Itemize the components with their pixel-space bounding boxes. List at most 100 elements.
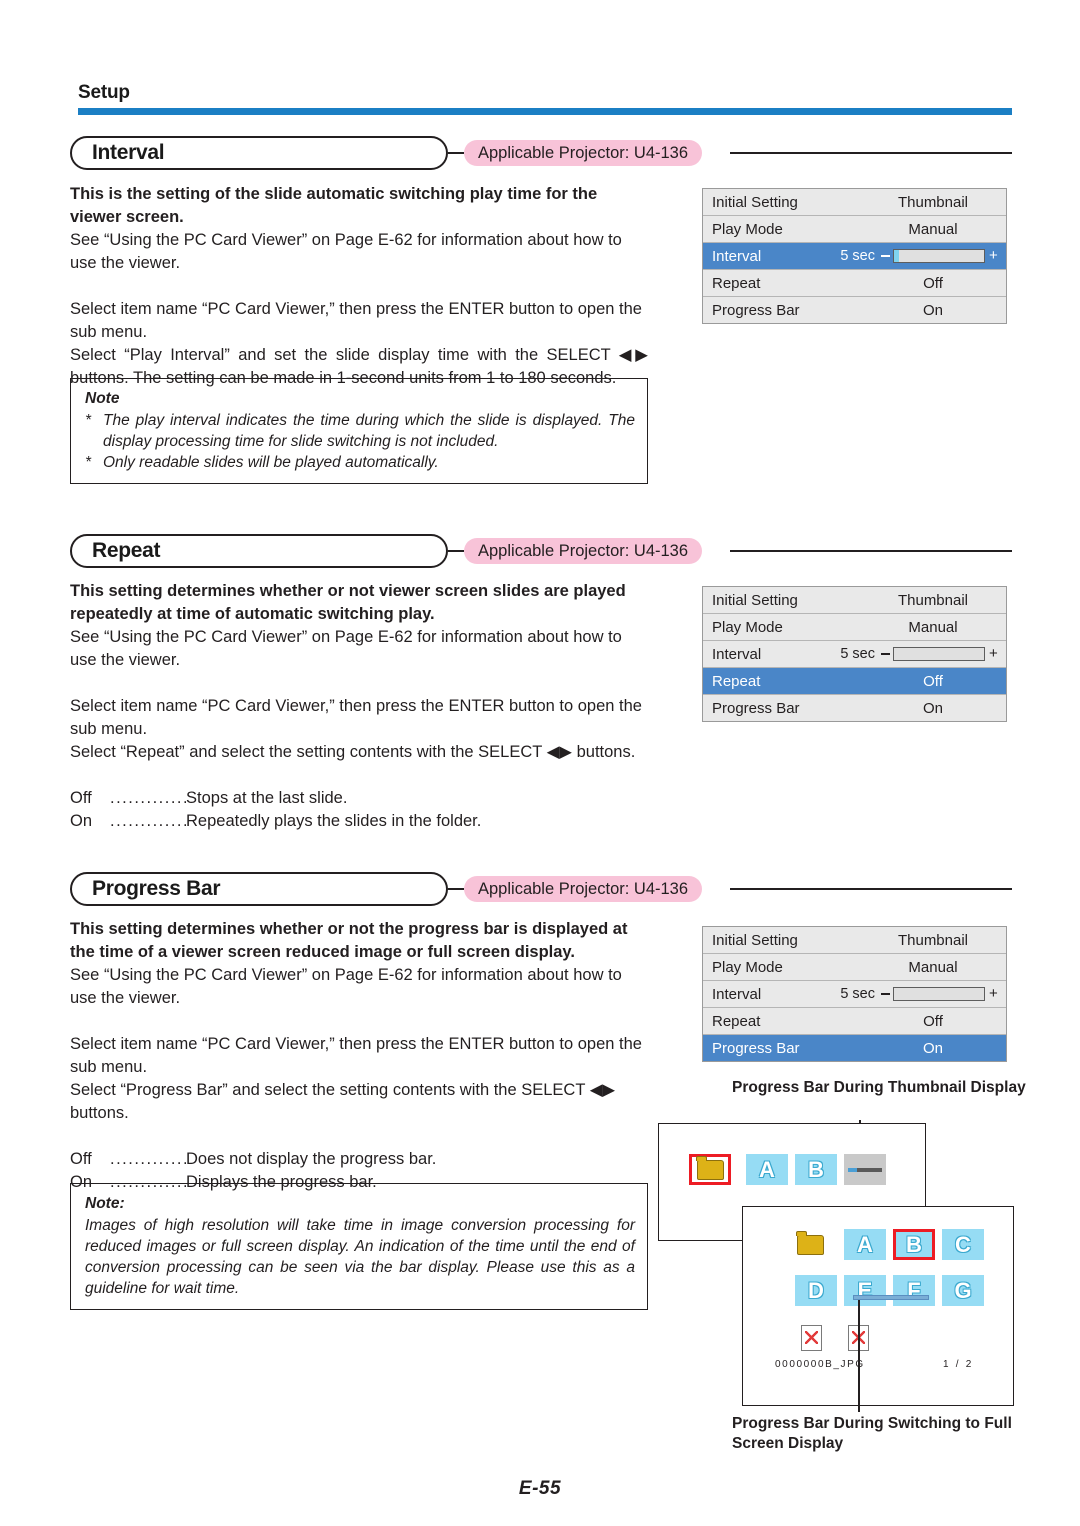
note-item-text: The play interval indicates the time dur… [103, 412, 635, 450]
interval-intro-bold: This is the setting of the slide automat… [70, 185, 598, 226]
repeat-para-3: Select “Repeat” and select the setting c… [70, 743, 636, 761]
thumbnail-tile-b[interactable]: B [795, 1154, 837, 1185]
progress-bar-indicator [848, 1168, 882, 1172]
definition-key: Off [70, 789, 92, 807]
page-header-label: Setup [78, 82, 130, 103]
osd-row-interval[interactable]: Interval 5 sec + [703, 243, 1006, 270]
section-connector [448, 152, 464, 154]
osd-row-play-mode[interactable]: Play Mode Manual [703, 954, 1006, 981]
decrease-icon[interactable] [881, 255, 890, 257]
interval-slider-track[interactable] [893, 647, 985, 661]
thumbnail-tile-b-selected[interactable]: B [893, 1229, 935, 1260]
note-title-interval: Note [85, 390, 120, 407]
osd-row-label: Interval [712, 247, 762, 265]
section-header-interval: Interval Applicable Projector: U4-136 [70, 136, 1012, 170]
definition-key: Off [70, 1150, 92, 1168]
osd-row-value: Thumbnail [897, 591, 969, 609]
applicable-projector-badge-progress-bar: Applicable Projector: U4-136 [464, 876, 703, 902]
osd-row-progress-bar[interactable]: Progress Bar On [703, 297, 1006, 323]
progress-bar-diagram: Progress Bar During Thumbnail Display A … [650, 1078, 1026, 1452]
note-bullet-asterisk: * [85, 454, 92, 471]
osd-row-play-mode[interactable]: Play Mode Manual [703, 614, 1006, 641]
progressbar-intro-bold: This setting determines whether or not t… [70, 920, 628, 961]
increase-icon[interactable]: + [989, 248, 998, 263]
file-icon[interactable] [801, 1325, 822, 1351]
osd-row-label: Initial Setting [712, 591, 798, 609]
section-tail-line [730, 888, 1012, 890]
definition-dots: .............. [110, 789, 186, 807]
progressbar-intro-body: See “Using the PC Card Viewer” on Page E… [70, 966, 622, 1007]
osd-row-value: Off [923, 672, 943, 690]
section-tail-line [730, 152, 1012, 154]
thumbnail-tile-f[interactable]: F [893, 1275, 935, 1306]
section-body-interval: This is the setting of the slide automat… [70, 183, 648, 390]
decrease-icon[interactable] [881, 653, 890, 655]
interval-slider-track[interactable] [893, 987, 985, 1001]
osd-row-value: Manual [908, 958, 958, 976]
osd-row-interval[interactable]: Interval 5 sec + [703, 981, 1006, 1008]
osd-row-label: Repeat [712, 274, 761, 292]
diagram-caption-bottom: Progress Bar During Switching to Full Sc… [732, 1415, 1012, 1452]
thumbnail-tile-loading[interactable] [844, 1154, 886, 1185]
applicable-projector-badge-interval: Applicable Projector: U4-136 [464, 140, 703, 166]
diagram-caption-top: Progress Bar During Thumbnail Display [732, 1079, 1026, 1096]
interval-intro-body: See “Using the PC Card Viewer” on Page E… [70, 231, 622, 272]
osd-row-label: Repeat [712, 672, 761, 690]
increase-icon[interactable]: + [989, 986, 998, 1001]
decrease-icon[interactable] [881, 993, 890, 995]
osd-row-initial-setting[interactable]: Initial Setting Thumbnail [703, 927, 1006, 954]
section-header-progress-bar: Progress Bar Applicable Projector: U4-13… [70, 872, 1012, 906]
thumbnail-tile-e[interactable]: E [844, 1275, 886, 1306]
osd-row-value: On [922, 699, 943, 717]
applicable-projector-badge-repeat: Applicable Projector: U4-136 [464, 538, 703, 564]
thumbnail-tile-a[interactable]: A [746, 1154, 788, 1185]
repeat-definition-list: Off .............. Stops at the last sli… [70, 787, 648, 833]
repeat-intro-bold: This setting determines whether or not v… [70, 582, 626, 623]
osd-interval-value: 5 sec [840, 986, 875, 1002]
folder-icon-selected[interactable] [689, 1154, 731, 1185]
osd-row-repeat[interactable]: Repeat Off [703, 270, 1006, 297]
leader-line-bottom [858, 1300, 860, 1412]
osd-row-progress-bar[interactable]: Progress Bar On [703, 695, 1006, 721]
folder-icon[interactable] [789, 1229, 831, 1260]
fullscreen-screen-panel: A B C D E F G 0000000B_JPG 1 / 2 [742, 1206, 1014, 1406]
page-indicator: 1 / 2 [943, 1359, 974, 1370]
osd-row-repeat[interactable]: Repeat Off [703, 668, 1006, 695]
osd-row-play-mode[interactable]: Play Mode Manual [703, 216, 1006, 243]
osd-row-initial-setting[interactable]: Initial Setting Thumbnail [703, 189, 1006, 216]
osd-row-label: Progress Bar [712, 301, 800, 319]
definition-dots: ............... [110, 812, 186, 830]
osd-row-value: Off [923, 1012, 943, 1030]
thumbnail-tile-c[interactable]: C [942, 1229, 984, 1260]
osd-row-label: Play Mode [712, 958, 783, 976]
osd-row-value: Thumbnail [897, 931, 969, 949]
manual-page: Setup Interval Applicable Projector: U4-… [0, 0, 1080, 1526]
osd-menu-repeat[interactable]: Initial Setting Thumbnail Play Mode Manual I… [702, 586, 1007, 722]
osd-row-repeat[interactable]: Repeat Off [703, 1008, 1006, 1035]
osd-menu-interval[interactable]: Initial Setting Thumbnail Play Mode Manual I… [702, 188, 1007, 324]
increase-icon[interactable]: + [989, 646, 998, 661]
progressbar-para-3: Select “Progress Bar” and select the set… [70, 1081, 616, 1122]
osd-row-label: Progress Bar [712, 1039, 800, 1057]
definition-value: Stops at the last slide. [186, 789, 348, 807]
osd-row-label: Initial Setting [712, 193, 798, 211]
osd-row-value: Thumbnail [897, 193, 969, 211]
thumbnail-tile-d[interactable]: D [795, 1275, 837, 1306]
progress-bar-overlay [853, 1295, 929, 1300]
section-body-repeat: This setting determines whether or not v… [70, 580, 648, 833]
progress-bar-fill [848, 1168, 857, 1172]
page-number: E-55 [518, 1478, 562, 1499]
thumbnail-tile-g[interactable]: G [942, 1275, 984, 1306]
osd-row-interval[interactable]: Interval 5 sec + [703, 641, 1006, 668]
section-connector [448, 888, 464, 890]
note-box-interval: Note * The play interval indicates the t… [70, 378, 648, 484]
section-title-interval: Interval [92, 141, 165, 164]
note-item-text: Only readable slides will be played auto… [103, 454, 439, 471]
thumbnail-tile-a[interactable]: A [844, 1229, 886, 1260]
section-title-repeat: Repeat [92, 539, 161, 562]
osd-menu-progress-bar[interactable]: Initial Setting Thumbnail Play Mode Manual I… [702, 926, 1007, 1062]
interval-slider-track[interactable] [893, 249, 985, 263]
progressbar-para-2: Select item name “PC Card Viewer,” then … [70, 1035, 642, 1076]
osd-row-initial-setting[interactable]: Initial Setting Thumbnail [703, 587, 1006, 614]
osd-row-progress-bar[interactable]: Progress Bar On [703, 1035, 1006, 1061]
